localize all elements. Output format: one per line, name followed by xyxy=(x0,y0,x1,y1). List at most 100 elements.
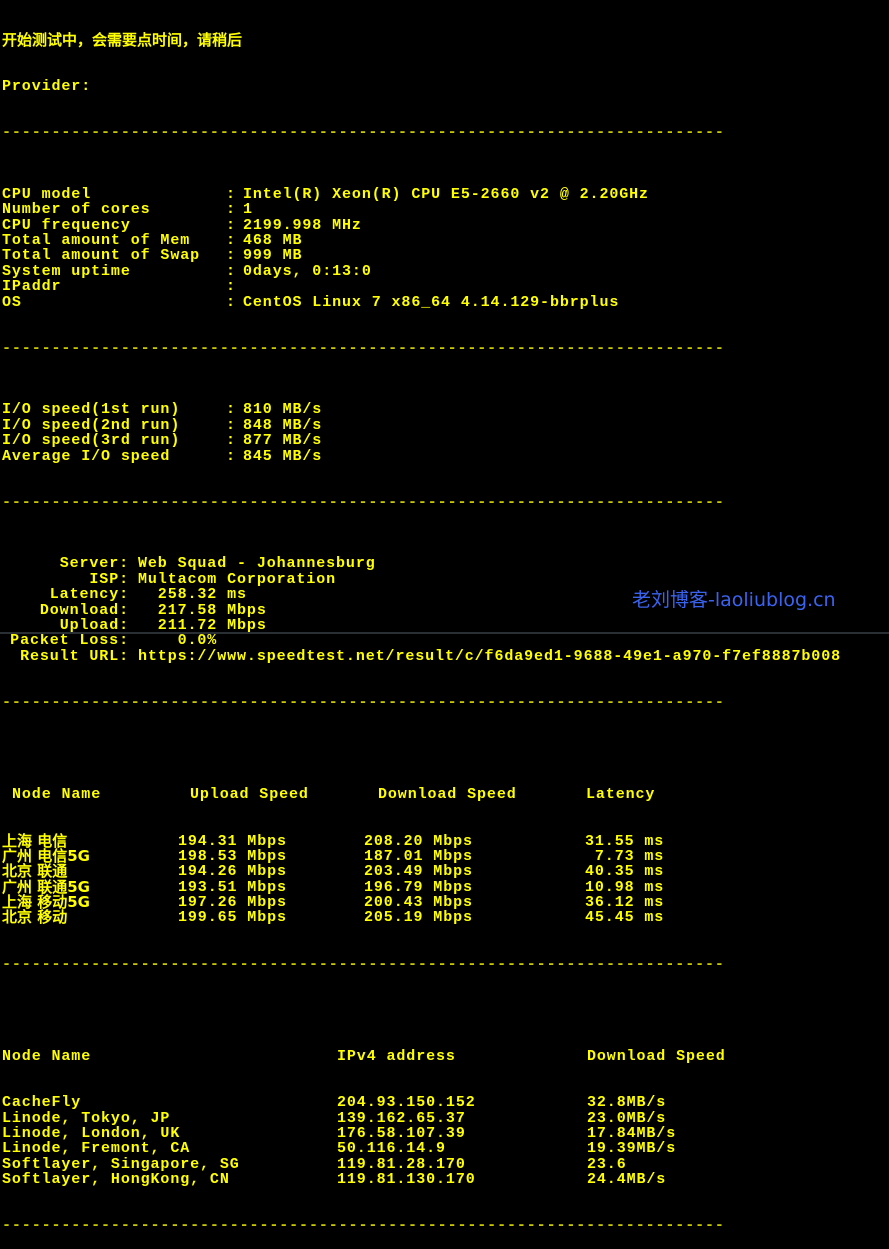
latency: 7.73 ms xyxy=(585,847,665,865)
global-nodes-table: Node Name IPv4 address Download Speed Ca… xyxy=(2,1018,889,1189)
speedtest-value: 0.0% xyxy=(138,632,218,650)
speedtest-label: Packet Loss: xyxy=(10,632,129,650)
provider-label: Provider: xyxy=(2,78,92,96)
global-nodes-header: Node Name IPv4 address Download Speed xyxy=(2,1048,889,1066)
download-speed: 23.6 xyxy=(587,1155,627,1173)
status-message: 开始测试中，会需要点时间，请稍后 xyxy=(2,30,243,49)
col-ipv4-address: IPv4 address xyxy=(337,1048,456,1066)
info-value: 0days, 0:13:0 xyxy=(243,262,372,280)
divider: ----------------------------------------… xyxy=(2,493,725,511)
terminal-output: 开始测试中，会需要点时间，请稍后 Provider: -------------… xyxy=(2,2,889,1234)
col-latency: Latency xyxy=(586,786,656,804)
node-name: Softlayer, HongKong, CN xyxy=(2,1171,230,1189)
info-colon: : xyxy=(226,201,236,219)
speedtest-label: Download: xyxy=(39,601,129,619)
node-name: CacheFly xyxy=(2,1094,82,1112)
china-node-row: 北京 联通 194.26 Mbps 203.49 Mbps 40.35 ms xyxy=(2,862,889,881)
io-colon: : xyxy=(226,416,236,434)
node-name: Softlayer, Singapore, SG xyxy=(2,1155,240,1173)
latency: 10.98 ms xyxy=(585,878,665,896)
io-label: I/O speed(2nd run) xyxy=(2,416,181,434)
china-node-row: 北京 移动 199.65 Mbps 205.19 Mbps 45.45 ms xyxy=(2,909,889,927)
node-name: 北京 联通 xyxy=(2,862,68,881)
info-label: Total amount of Swap xyxy=(2,247,201,265)
info-colon: : xyxy=(226,262,236,280)
system-info-row: Number of cores:1 xyxy=(2,201,889,219)
col-download-speed: Download Speed xyxy=(378,786,517,804)
node-name: Linode, London, UK xyxy=(2,1125,181,1143)
china-node-row: 上海 移动5G 197.26 Mbps 200.43 Mbps 36.12 ms xyxy=(2,894,889,910)
info-value: 999 MB xyxy=(243,247,303,265)
node-name: 广州 电信5G xyxy=(2,846,90,865)
io-colon: : xyxy=(226,401,236,419)
system-info-row: CPU frequency:2199.998 MHz xyxy=(2,216,889,234)
info-value: CentOS Linux 7 x86_64 4.14.129-bbrplus xyxy=(243,293,620,311)
info-value: 468 MB xyxy=(243,232,303,249)
info-colon: : xyxy=(226,293,236,311)
download-speed: 24.4MB/s xyxy=(587,1171,667,1189)
global-node-row: Linode, Tokyo, JP 139.162.65.37 23.0MB/s xyxy=(2,1109,889,1127)
download-speed: 17.84MB/s xyxy=(587,1125,677,1143)
system-info-row: CPU model: Intel(R) Xeon(R) CPU E5-2660 v… xyxy=(2,185,889,203)
info-label: OS xyxy=(2,293,22,311)
download-speed: 205.19 Mbps xyxy=(364,909,473,927)
ipv4-address: 176.58.107.39 xyxy=(337,1125,466,1143)
download-speed: 187.01 Mbps xyxy=(364,847,473,865)
global-node-row: Linode, Fremont, CA 50.116.14.9 19.39MB/s xyxy=(2,1140,889,1158)
info-label: CPU model xyxy=(2,185,92,203)
node-name: 上海 电信 xyxy=(2,831,68,850)
io-label: I/O speed(1st run) xyxy=(2,401,181,419)
speedtest-value: 217.58 Mbps xyxy=(138,601,267,619)
system-info-row: IPaddr: xyxy=(2,278,889,296)
info-colon: : xyxy=(226,216,236,234)
download-speed: 208.20 Mbps xyxy=(364,832,473,850)
china-node-row: 广州 联通5G 193.51 Mbps 196.79 Mbps 10.98 ms xyxy=(2,878,889,896)
io-value: 845 MB/s xyxy=(243,447,323,465)
upload-speed: 198.53 Mbps xyxy=(178,847,287,865)
system-info-row: Total amount of Swap:999 MB xyxy=(2,247,889,265)
speedtest-row: Result URL: https://www.speedtest.net/res… xyxy=(2,647,889,665)
speedtest-row: Upload: 211.72 Mbps xyxy=(2,618,889,634)
speedtest-value: Web Squad - Johannesburg xyxy=(138,555,376,573)
io-value: 848 MB/s xyxy=(243,416,323,434)
io-value: 877 MB/s xyxy=(243,432,323,450)
col-download-speed: Download Speed xyxy=(587,1048,726,1066)
io-label: I/O speed(3rd run) xyxy=(2,432,181,450)
node-name: Linode, Fremont, CA xyxy=(2,1140,191,1158)
upload-speed: 193.51 Mbps xyxy=(178,878,287,896)
info-label: IPaddr xyxy=(2,278,62,296)
download-speed: 203.49 Mbps xyxy=(364,863,473,881)
divider: ----------------------------------------… xyxy=(2,955,725,973)
info-label: Number of cores xyxy=(2,201,151,219)
io-speed-row: I/O speed(3rd run):877 MB/s xyxy=(2,432,889,450)
system-info-row: System uptime:0days, 0:13:0 xyxy=(2,262,889,280)
speedtest-label: Latency: xyxy=(49,586,129,604)
watermark: 老刘博客-laoliublog.cn xyxy=(632,589,836,611)
speedtest-row: Server: Web Squad - Johannesburg xyxy=(2,555,889,573)
latency: 40.35 ms xyxy=(585,863,665,881)
info-value: Intel(R) Xeon(R) CPU E5-2660 v2 @ 2.20GH… xyxy=(243,185,649,203)
info-label: Total amount of Mem xyxy=(2,232,191,249)
divider: ----------------------------------------… xyxy=(2,124,725,142)
io-speed-row: Average I/O speed:845 MB/s xyxy=(2,447,889,465)
global-node-row: Softlayer, HongKong, CN 119.81.130.170 24.… xyxy=(2,1171,889,1189)
download-speed: 23.0MB/s xyxy=(587,1109,667,1127)
info-colon: : xyxy=(226,278,236,296)
col-node-name: Node Name xyxy=(12,786,102,804)
info-value: 2199.998 MHz xyxy=(243,216,362,234)
global-node-row: Linode, London, UK 176.58.107.39 17.84MB/s xyxy=(2,1125,889,1143)
ipv4-address: 139.162.65.37 xyxy=(337,1109,466,1127)
latency: 31.55 ms xyxy=(585,832,665,850)
speedtest-label: Result URL: xyxy=(20,647,129,665)
info-value: 1 xyxy=(243,201,253,219)
io-speed-row: I/O speed(1st run):810 MB/s xyxy=(2,401,889,419)
info-colon: : xyxy=(226,232,236,249)
speedtest-label: ISP: xyxy=(89,570,129,588)
provider-line: Provider: xyxy=(2,79,889,94)
system-info-row: Total amount of Mem:468 MB xyxy=(2,232,889,249)
col-node-name: Node Name xyxy=(2,1048,92,1066)
upload-speed: 194.26 Mbps xyxy=(178,863,287,881)
info-label: CPU frequency xyxy=(2,216,131,234)
speedtest-label: Server: xyxy=(59,555,129,573)
node-name: Linode, Tokyo, JP xyxy=(2,1109,171,1127)
